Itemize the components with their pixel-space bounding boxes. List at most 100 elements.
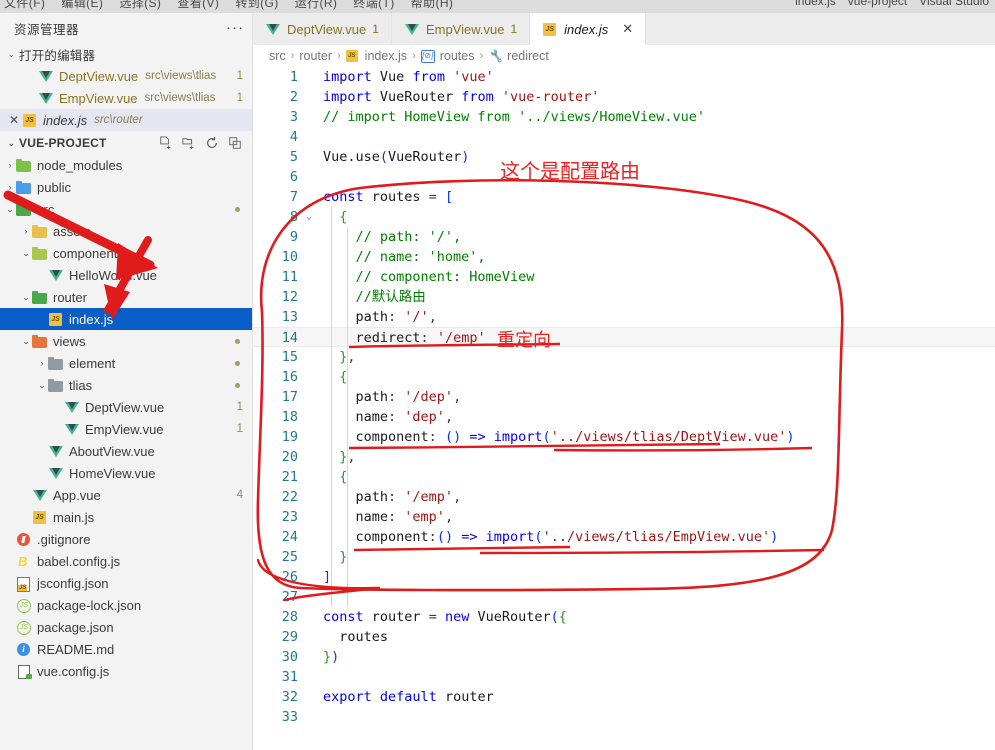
code-line[interactable]: 28 const router = new VueRouter({: [253, 607, 995, 627]
breadcrumb-item-redirect[interactable]: redirect: [507, 49, 549, 63]
tree-item-readme-md[interactable]: i README.md: [0, 638, 252, 660]
code-line[interactable]: 19 component: () => import('../views/tli…: [253, 427, 995, 447]
code-line[interactable]: 25 }: [253, 547, 995, 567]
code-editor[interactable]: 1 import Vue from 'vue' 2 import VueRouter …: [253, 67, 995, 727]
tab-empview-vue[interactable]: EmpView.vue 1: [391, 13, 531, 45]
code-line[interactable]: 8 ⌄ {: [253, 207, 995, 227]
explorer-more-icon[interactable]: ···: [226, 20, 244, 35]
menu-run[interactable]: 运行(R): [295, 0, 338, 10]
close-icon[interactable]: ✕: [6, 113, 22, 127]
open-editor-item[interactable]: DeptView.vue src\views\tlias 1: [0, 65, 252, 87]
code-line[interactable]: 29 routes: [253, 627, 995, 647]
tree-item-assets[interactable]: › assets: [0, 220, 252, 242]
open-editor-item[interactable]: EmpView.vue src\views\tlias 1: [0, 87, 252, 109]
tree-item-app-vue[interactable]: App.vue 4: [0, 484, 252, 506]
tree-item-index-js[interactable]: JS index.js: [0, 308, 252, 330]
code-line[interactable]: 2 import VueRouter from 'vue-router': [253, 87, 995, 107]
chevron-right-icon[interactable]: ›: [4, 160, 16, 170]
code-line[interactable]: 9 // path: '/',: [253, 227, 995, 247]
menu-bar[interactable]: 文件(F) 编辑(E) 选择(S) 查看(V) 转到(G) 运行(R) 终端(T) 帮助(H)…: [0, 0, 995, 13]
tree-item-package-lock-json[interactable]: JS package-lock.json: [0, 594, 252, 616]
menu-selection[interactable]: 选择(S): [119, 0, 161, 10]
menu-go[interactable]: 转到(G): [235, 0, 278, 10]
open-editors-header[interactable]: ⌄ 打开的编辑器: [0, 43, 252, 65]
new-folder-icon[interactable]: [182, 136, 196, 150]
code-line[interactable]: 14 redirect: '/emp': [253, 327, 995, 347]
code-line[interactable]: 10 // name: 'home',: [253, 247, 995, 267]
tree-item-views[interactable]: ⌄ views: [0, 330, 252, 352]
tree-item-gitignore[interactable]: .gitignore: [0, 528, 252, 550]
tree-item-components[interactable]: ⌄ components: [0, 242, 252, 264]
close-icon[interactable]: ✕: [622, 21, 633, 37]
menu-help[interactable]: 帮助(H): [411, 0, 454, 10]
code-line[interactable]: 22 path: '/emp',: [253, 487, 995, 507]
open-editor-item-active[interactable]: ✕ JS index.js src\router: [0, 109, 252, 131]
menu-terminal[interactable]: 终端(T): [353, 0, 394, 10]
chevron-right-icon[interactable]: ›: [4, 182, 16, 192]
tree-item-element[interactable]: › element: [0, 352, 252, 374]
breadcrumb-item-router[interactable]: router: [299, 49, 332, 63]
tree-item-jsconfig-json[interactable]: jsconfig.json: [0, 572, 252, 594]
code-line[interactable]: 3 // import HomeView from '../views/HomeV…: [253, 107, 995, 127]
code-line[interactable]: 23 name: 'emp',: [253, 507, 995, 527]
code-line[interactable]: 7 const routes = [: [253, 187, 995, 207]
tree-item-router[interactable]: ⌄ router: [0, 286, 252, 308]
tree-item-vue-config-js[interactable]: vue.config.js: [0, 660, 252, 682]
tree-item-empview-vue[interactable]: EmpView.vue 1: [0, 418, 252, 440]
vue-icon: [48, 465, 64, 481]
chevron-down-icon[interactable]: ⌄: [20, 248, 32, 259]
tree-item-package-json[interactable]: JS package.json: [0, 616, 252, 638]
breadcrumb-item-index-js[interactable]: index.js: [365, 49, 407, 63]
code-line[interactable]: 18 name: 'dep',: [253, 407, 995, 427]
menu-edit[interactable]: 编辑(E): [61, 0, 103, 10]
tree-item-main-js[interactable]: JS main.js: [0, 506, 252, 528]
chevron-down-icon[interactable]: ⌄: [36, 380, 48, 391]
collapse-all-icon[interactable]: [228, 136, 242, 150]
code-line[interactable]: 17 path: '/dep',: [253, 387, 995, 407]
code-line[interactable]: 21 {: [253, 467, 995, 487]
project-header[interactable]: ⌄ VUE-PROJECT: [0, 132, 252, 154]
tree-item-public[interactable]: › public: [0, 176, 252, 198]
chevron-down-icon[interactable]: ⌄: [20, 292, 32, 303]
tab-deptview-vue[interactable]: DeptView.vue 1: [253, 13, 392, 45]
code-line[interactable]: 4: [253, 127, 995, 147]
window-title-file: index.js: [795, 0, 836, 8]
chevron-right-icon[interactable]: ›: [20, 226, 32, 236]
code-line[interactable]: 32 export default router: [253, 687, 995, 707]
tree-item-src[interactable]: ⌄ src: [0, 198, 252, 220]
new-file-icon[interactable]: [159, 136, 173, 150]
code-line[interactable]: 12 //默认路由: [253, 287, 995, 307]
code-line[interactable]: 31: [253, 667, 995, 687]
tree-item-helloworld-vue[interactable]: HelloWorld.vue: [0, 264, 252, 286]
code-line[interactable]: 5 Vue.use(VueRouter): [253, 147, 995, 167]
code-line[interactable]: 1 import Vue from 'vue': [253, 67, 995, 87]
menu-items[interactable]: 文件(F) 编辑(E) 选择(S) 查看(V) 转到(G) 运行(R) 终端(T) 帮助(H): [4, 0, 469, 11]
tree-item-tlias[interactable]: ⌄ tlias: [0, 374, 252, 396]
code-line[interactable]: 15 },: [253, 347, 995, 367]
tree-item-homeview-vue[interactable]: HomeView.vue: [0, 462, 252, 484]
code-line[interactable]: 33: [253, 707, 995, 727]
code-line[interactable]: 27: [253, 587, 995, 607]
code-line[interactable]: 11 // component: HomeView: [253, 267, 995, 287]
refresh-icon[interactable]: [205, 136, 219, 150]
tree-item-deptview-vue[interactable]: DeptView.vue 1: [0, 396, 252, 418]
code-line[interactable]: 13 path: '/',: [253, 307, 995, 327]
menu-view[interactable]: 查看(V): [177, 0, 219, 10]
code-line[interactable]: 20 },: [253, 447, 995, 467]
chevron-down-icon[interactable]: ⌄: [20, 336, 32, 347]
chevron-down-icon[interactable]: ⌄: [4, 204, 16, 215]
breadcrumb-item-routes[interactable]: routes: [440, 49, 475, 63]
code-line[interactable]: 26]: [253, 567, 995, 587]
tree-item-babel-config-js[interactable]: Bbabel.config.js: [0, 550, 252, 572]
breadcrumb-item-src[interactable]: src: [269, 49, 286, 63]
menu-file[interactable]: 文件(F): [4, 0, 45, 10]
tree-item-aboutview-vue[interactable]: AboutView.vue: [0, 440, 252, 462]
tab-index-js[interactable]: JS index.js ✕: [530, 13, 647, 45]
chevron-right-icon[interactable]: ›: [36, 358, 48, 368]
code-line[interactable]: 16 {: [253, 367, 995, 387]
tree-item-node-modules[interactable]: › node_modules: [0, 154, 252, 176]
fold-chevron-icon[interactable]: ⌄: [303, 207, 315, 227]
code-line[interactable]: 24 component:() => import('../views/tlia…: [253, 527, 995, 547]
code-line[interactable]: 30}): [253, 647, 995, 667]
code-line[interactable]: 6: [253, 167, 995, 187]
